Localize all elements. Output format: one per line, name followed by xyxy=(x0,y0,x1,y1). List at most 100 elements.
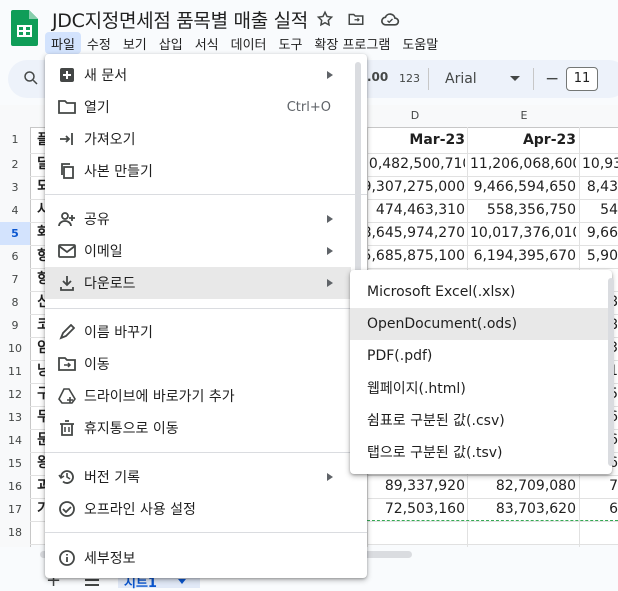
menu-item-label: 버전 기록 xyxy=(84,470,140,486)
menu-item-label: 세부정보 xyxy=(84,551,136,567)
menu-6[interactable]: 도구 xyxy=(273,32,309,54)
more-formats-button[interactable]: 123 xyxy=(399,72,420,85)
document-title[interactable]: JDC지정면세점 품목별 매출 실적 xyxy=(52,6,308,33)
cell[interactable]: 10,017,376,010 xyxy=(470,222,576,245)
cell[interactable]: 5,685,875,100 xyxy=(360,245,465,268)
download-option-4[interactable]: 쉼표로 구분된 값(.csv) xyxy=(350,404,608,436)
submenu-scrollbar[interactable] xyxy=(608,278,614,466)
star-icon[interactable] xyxy=(315,9,335,29)
move-folder-icon[interactable] xyxy=(346,9,366,29)
menu-separator xyxy=(45,452,367,453)
column-header-e[interactable]: E xyxy=(470,105,578,128)
download-option-1[interactable]: OpenDocument(.ods) xyxy=(350,308,608,340)
row-header-13[interactable]: 13 xyxy=(0,406,30,429)
row-header-12[interactable]: 12 xyxy=(0,383,30,406)
download-option-3[interactable]: 웹페이지(.html) xyxy=(350,372,608,404)
file-menu-item-version-history[interactable]: 버전 기록 xyxy=(45,461,351,493)
download-option-5[interactable]: 탭으로 구분된 값(.tsv) xyxy=(350,436,608,468)
row-header-10[interactable]: 10 xyxy=(0,337,30,360)
cell[interactable]: 11,206,068,600 xyxy=(470,153,576,176)
row-header-6[interactable]: 6 xyxy=(0,245,30,268)
chevron-down-icon[interactable] xyxy=(178,579,186,584)
file-menu-item-trash[interactable]: 휴지통으로 이동 xyxy=(45,412,351,444)
offline-icon xyxy=(58,500,76,518)
file-menu-item-import[interactable]: 가져오기 xyxy=(45,123,351,155)
row-header-2[interactable]: 2 xyxy=(0,153,30,176)
cell[interactable]: 10,482,500,710 xyxy=(360,153,465,176)
row-header-7[interactable]: 7 xyxy=(0,268,30,291)
file-menu-item-drive-shortcut[interactable]: 드라이브에 바로가기 추가 xyxy=(45,380,351,412)
menu-7[interactable]: 확장 프로그램 xyxy=(308,32,396,54)
sheets-logo-icon[interactable] xyxy=(11,10,38,46)
decrease-decimal-button[interactable]: .00 xyxy=(367,70,388,84)
toolbar-divider xyxy=(533,68,534,90)
row-header-1[interactable]: 1 xyxy=(0,127,30,153)
menu-item-shortcut: Ctrl+O xyxy=(286,99,331,115)
font-select[interactable]: Arial xyxy=(445,71,477,87)
menu-3[interactable]: 삽입 xyxy=(153,32,189,54)
download-option-2[interactable]: PDF(.pdf) xyxy=(350,340,608,372)
menu-4[interactable]: 서식 xyxy=(189,32,225,54)
file-menu-item-rename[interactable]: 이름 바꾸기 xyxy=(45,316,351,348)
download-option-0[interactable]: Microsoft Excel(.xlsx) xyxy=(350,276,608,308)
file-menu-item-offline[interactable]: 오프라인 사용 설정 xyxy=(45,493,351,525)
cell[interactable]: Apr-23 xyxy=(470,129,576,152)
cell[interactable]: 9,466,594,650 xyxy=(470,176,576,199)
file-menu-item-info[interactable]: 세부정보 xyxy=(45,542,351,574)
row-header-9[interactable]: 9 xyxy=(0,314,30,337)
cell[interactable]: 82,709,080 xyxy=(470,475,576,498)
cell[interactable]: 9,66 xyxy=(582,222,618,245)
menu-0[interactable]: 파일 xyxy=(45,32,81,54)
cell[interactable] xyxy=(582,129,618,152)
font-size-input[interactable]: 11 xyxy=(566,67,598,91)
row-header-4[interactable]: 4 xyxy=(0,199,30,222)
cell[interactable]: 6,194,395,670 xyxy=(470,245,576,268)
file-menu-item-copy[interactable]: 사본 만들기 xyxy=(45,155,351,187)
cell[interactable]: 558,356,750 xyxy=(470,199,576,222)
cell[interactable]: 7 xyxy=(582,475,618,498)
menu-separator xyxy=(45,532,367,533)
decrease-font-size-button[interactable]: − xyxy=(545,69,559,89)
row-header-8[interactable]: 8 xyxy=(0,291,30,314)
cell[interactable]: 83,703,620 xyxy=(470,498,576,521)
new-document-icon xyxy=(58,66,76,84)
cell[interactable] xyxy=(360,521,465,544)
menu-scrollbar[interactable] xyxy=(355,62,361,292)
column-header-d[interactable]: D xyxy=(367,105,463,128)
file-menu-item-share[interactable]: 공유 xyxy=(45,203,351,235)
row-header-11[interactable]: 11 xyxy=(0,360,30,383)
menu-2[interactable]: 보기 xyxy=(117,32,153,54)
cell[interactable] xyxy=(470,521,576,544)
cell[interactable]: 6 xyxy=(582,498,618,521)
cell[interactable]: 474,463,310 xyxy=(360,199,465,222)
row-header-5[interactable]: 5 xyxy=(0,222,30,245)
file-menu-item-move[interactable]: 이동 xyxy=(45,348,351,380)
row-header-18[interactable]: 18 xyxy=(0,521,30,544)
cell[interactable] xyxy=(582,521,618,544)
row-header-17[interactable]: 17 xyxy=(0,498,30,521)
file-menu-item-email[interactable]: 이메일 xyxy=(45,235,351,267)
file-menu-item-folder-open[interactable]: 열기 Ctrl+O xyxy=(45,91,351,123)
cell[interactable]: 5,90 xyxy=(582,245,618,268)
search-menus-icon[interactable] xyxy=(22,69,40,91)
cell[interactable]: 8,43 xyxy=(582,176,618,199)
cell[interactable]: 10,93 xyxy=(582,153,618,176)
chevron-down-icon[interactable] xyxy=(510,76,520,81)
cell[interactable]: 72,503,160 xyxy=(360,498,465,521)
row-header-15[interactable]: 15 xyxy=(0,452,30,475)
row-header-16[interactable]: 16 xyxy=(0,475,30,498)
cell[interactable]: Mar-23 xyxy=(360,129,465,152)
menu-8[interactable]: 도움말 xyxy=(396,32,444,54)
cell[interactable]: 89,337,920 xyxy=(360,475,465,498)
row-header-14[interactable]: 14 xyxy=(0,429,30,452)
download-option-label: 웹페이지(.html) xyxy=(367,381,466,397)
cell[interactable]: 54 xyxy=(582,199,618,222)
file-menu-item-download[interactable]: 다운로드 xyxy=(45,267,351,299)
menu-5[interactable]: 데이터 xyxy=(225,32,273,54)
cell[interactable]: 8,645,974,270 xyxy=(360,222,465,245)
cell[interactable]: 9,307,275,000 xyxy=(360,176,465,199)
cloud-status-icon[interactable] xyxy=(380,9,400,29)
menu-1[interactable]: 수정 xyxy=(81,32,117,54)
file-menu-item-new-document[interactable]: 새 문서 xyxy=(45,59,351,91)
row-header-3[interactable]: 3 xyxy=(0,176,30,199)
